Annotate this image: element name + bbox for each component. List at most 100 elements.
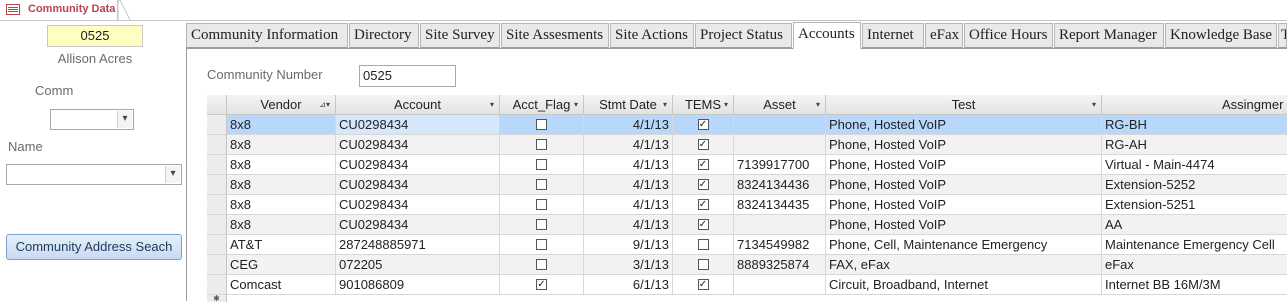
cell-asset[interactable]: 7134549982 <box>734 235 826 255</box>
cell-stmt-date[interactable]: 4/1/13 <box>584 155 673 175</box>
cell-stmt-date[interactable]: 4/1/13 <box>584 135 673 155</box>
sort-arrow-icon[interactable]: ⊿▾ <box>319 95 330 114</box>
cell-vendor[interactable]: 8x8 <box>227 215 336 235</box>
chevron-down-icon[interactable]: ▾ <box>117 111 132 128</box>
cell-tems[interactable]: ✓ <box>673 175 734 195</box>
cell-test[interactable]: Phone, Hosted VoIP <box>826 135 1102 155</box>
cell-assignment[interactable]: RG-AH <box>1102 135 1287 155</box>
cell-stmt-date[interactable]: 4/1/13 <box>584 175 673 195</box>
record-selector[interactable] <box>207 275 227 295</box>
checkbox-unchecked[interactable] <box>536 159 547 171</box>
cell-account[interactable]: 287248885971 <box>336 235 500 255</box>
cell-stmt-date[interactable]: 3/1/13 <box>584 255 673 275</box>
community-number-input[interactable]: 0525 <box>359 65 456 87</box>
record-selector[interactable] <box>207 255 227 275</box>
checkbox-checked[interactable]: ✓ <box>697 199 709 211</box>
chevron-down-icon[interactable]: ▾ <box>165 166 180 183</box>
cell-tems[interactable]: ✓ <box>673 275 734 295</box>
checkbox-unchecked[interactable] <box>536 139 547 151</box>
cell-acct-flag[interactable] <box>500 235 584 255</box>
checkbox-unchecked[interactable] <box>536 199 547 211</box>
cell-tems[interactable]: ✓ <box>673 215 734 235</box>
record-selector[interactable] <box>207 235 227 255</box>
cell-asset[interactable] <box>734 135 826 155</box>
checkbox-unchecked[interactable] <box>536 239 547 251</box>
cell-test[interactable]: Phone, Hosted VoIP <box>826 155 1102 175</box>
cell-asset[interactable]: 8324134436 <box>734 175 826 195</box>
cell-vendor[interactable]: 8x8 <box>227 175 336 195</box>
cell-vendor[interactable]: 8x8 <box>227 135 336 155</box>
checkbox-unchecked[interactable] <box>536 219 547 231</box>
tab-site-actions[interactable]: Site Actions <box>610 23 694 48</box>
cell-asset[interactable] <box>734 115 826 135</box>
cell-account[interactable]: 901086809 <box>336 275 500 295</box>
cell-vendor[interactable]: 8x8 <box>227 155 336 175</box>
document-tab-community-data[interactable]: Community Data <box>0 0 118 20</box>
checkbox-unchecked[interactable] <box>697 259 709 271</box>
cell-test[interactable]: FAX, eFax <box>826 255 1102 275</box>
tab-internet[interactable]: Internet <box>862 23 924 48</box>
cell-test[interactable]: Phone, Cell, Maintenance Emergency <box>826 235 1102 255</box>
record-selector[interactable] <box>207 195 227 215</box>
tab-site-survey[interactable]: Site Survey <box>420 23 500 48</box>
checkbox-checked[interactable]: ✓ <box>697 119 709 131</box>
table-row[interactable]: 8x8 CU0298434 4/1/13 ✓ 8324134436 Phone, Host… <box>207 175 1287 195</box>
cell-acct-flag[interactable] <box>500 115 584 135</box>
checkbox-unchecked[interactable] <box>536 259 547 271</box>
cell-vendor[interactable]: 8x8 <box>227 115 336 135</box>
cell-acct-flag[interactable] <box>500 135 584 155</box>
tab-directory[interactable]: Directory <box>349 23 419 48</box>
sort-arrow-icon[interactable]: ▾ <box>1092 95 1096 114</box>
column-header-tems[interactable]: TEMS ▾ <box>673 95 734 115</box>
record-selector[interactable] <box>207 175 227 195</box>
cell-assignment[interactable]: Maintenance Emergency Cell <box>1102 235 1287 255</box>
community-number-field[interactable]: 0525 <box>47 25 143 47</box>
cell-asset[interactable] <box>734 215 826 235</box>
cell-tems[interactable]: ✓ <box>673 135 734 155</box>
cell-acct-flag[interactable] <box>500 215 584 235</box>
record-selector[interactable] <box>207 215 227 235</box>
cell-account[interactable]: CU0298434 <box>336 215 500 235</box>
cell-account[interactable]: CU0298434 <box>336 175 500 195</box>
cell-stmt-date[interactable]: 4/1/13 <box>584 115 673 135</box>
table-row[interactable]: 8x8 CU0298434 4/1/13 ✓ Phone, Hosted VoIP RG-… <box>207 115 1287 135</box>
cell-vendor[interactable]: Comcast <box>227 275 336 295</box>
tab-truncated[interactable]: T <box>1278 23 1287 48</box>
checkbox-checked[interactable]: ✓ <box>697 279 709 291</box>
tab-efax[interactable]: eFax <box>925 23 963 48</box>
cell-assignment[interactable]: RG-BH <box>1102 115 1287 135</box>
cell-acct-flag[interactable]: ✓ <box>500 275 584 295</box>
checkbox-checked[interactable]: ✓ <box>697 139 709 151</box>
cell-stmt-date[interactable]: 4/1/13 <box>584 215 673 235</box>
sort-arrow-icon[interactable]: ▾ <box>574 95 578 114</box>
cell-acct-flag[interactable] <box>500 175 584 195</box>
checkbox-checked[interactable]: ✓ <box>697 159 709 171</box>
column-header-asset[interactable]: Asset ▾ <box>734 95 826 115</box>
tab-report-manager[interactable]: Report Manager <box>1054 23 1164 48</box>
table-row[interactable]: CEG 072205 3/1/13 8889325874 FAX, eFax eFax <box>207 255 1287 275</box>
column-header-assignment[interactable]: Assingmer <box>1102 95 1287 115</box>
table-row[interactable]: 8x8 CU0298434 4/1/13 ✓ Phone, Hosted VoIP AA <box>207 215 1287 235</box>
sort-arrow-icon[interactable]: ▾ <box>724 95 728 114</box>
checkbox-unchecked[interactable] <box>536 119 547 131</box>
community-address-search-button[interactable]: Community Address Seach <box>6 234 182 260</box>
sort-arrow-icon[interactable]: ▾ <box>663 95 667 114</box>
column-header-acct-flag[interactable]: Acct_Flag ▾ <box>500 95 584 115</box>
cell-account[interactable]: CU0298434 <box>336 115 500 135</box>
sort-arrow-icon[interactable]: ▾ <box>490 95 494 114</box>
comm-combo[interactable]: ▾ <box>50 109 134 130</box>
cell-asset[interactable] <box>734 275 826 295</box>
cell-account[interactable]: CU0298434 <box>336 195 500 215</box>
checkbox-checked[interactable]: ✓ <box>697 179 709 191</box>
tab-office-hours[interactable]: Office Hours <box>964 23 1053 48</box>
tab-site-assesments[interactable]: Site Assesments <box>501 23 609 48</box>
tab-project-status[interactable]: Project Status <box>695 23 792 48</box>
cell-tems[interactable] <box>673 235 734 255</box>
cell-stmt-date[interactable]: 4/1/13 <box>584 195 673 215</box>
sort-arrow-icon[interactable]: ▾ <box>816 95 820 114</box>
cell-acct-flag[interactable] <box>500 155 584 175</box>
cell-stmt-date[interactable]: 6/1/13 <box>584 275 673 295</box>
tab-community-information[interactable]: Community Information <box>186 23 348 48</box>
checkbox-unchecked[interactable] <box>697 239 709 251</box>
cell-account[interactable]: CU0298434 <box>336 155 500 175</box>
